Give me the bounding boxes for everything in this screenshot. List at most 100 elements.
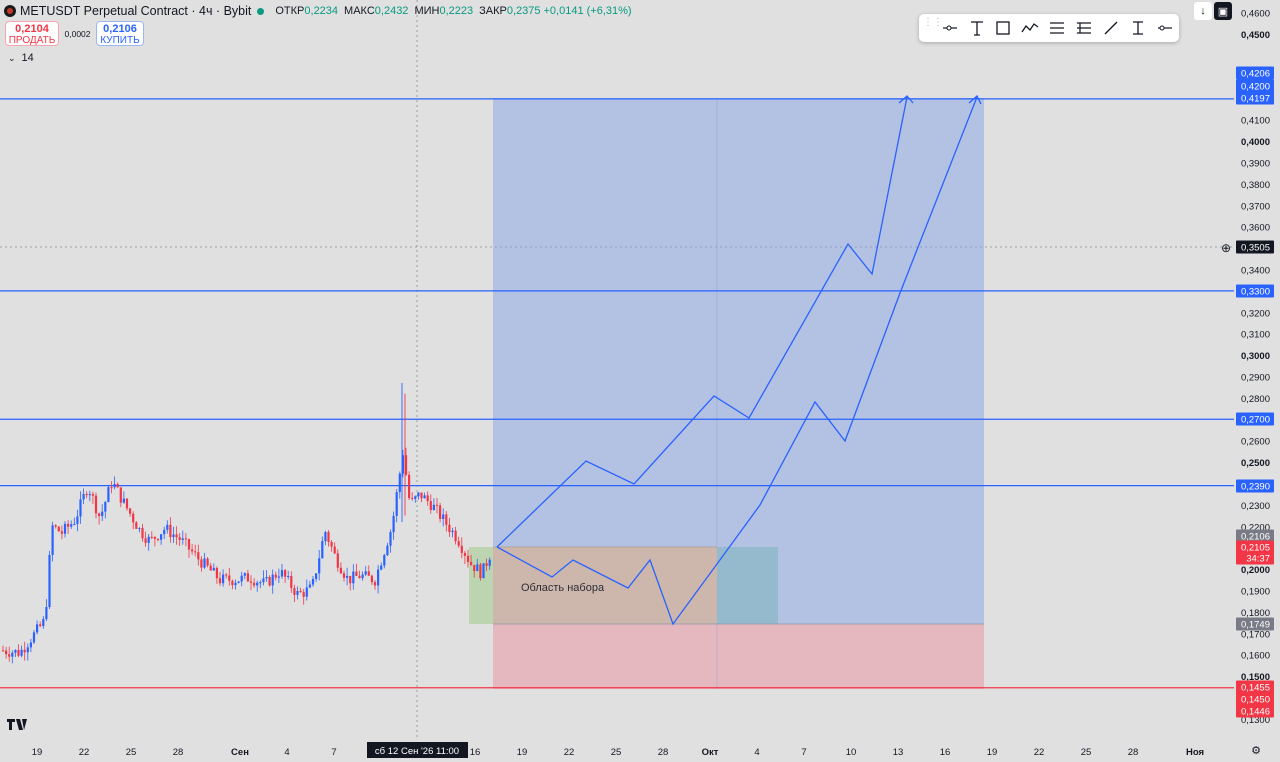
price-tick-label: 0,3600: [1241, 223, 1270, 234]
price-tick-label: 0,2000: [1241, 565, 1270, 576]
price-tick-label: 0,4600: [1241, 9, 1270, 20]
symbol-title[interactable]: METUSDT Perpetual Contract · 4ч · Bybit: [20, 4, 251, 18]
price-badge-label: 0,4206: [1241, 69, 1270, 80]
close-label: ЗАКР: [479, 5, 507, 17]
horizontal-line-tool-icon[interactable]: [1154, 18, 1176, 38]
low-label: МИН: [414, 5, 440, 17]
open-label: ОТКР: [275, 5, 305, 17]
candle: [479, 562, 482, 581]
candle: [482, 563, 485, 579]
scroll-down-arrow-icon[interactable]: ↓: [1194, 2, 1212, 20]
chart-mode-icon[interactable]: ▣: [1214, 2, 1232, 20]
svg-text:сб 12 Сен '26 11:00: сб 12 Сен '26 11:00: [375, 746, 459, 757]
fib-retracement-tool-icon[interactable]: [1046, 18, 1068, 38]
long-position-tool-icon[interactable]: [1073, 18, 1095, 38]
price-tick-label: 0,1600: [1241, 651, 1270, 662]
price-badge-label: 0,4200: [1241, 82, 1270, 93]
time-tick-label: 28: [1128, 747, 1139, 758]
price-tick-label: 0,2600: [1241, 437, 1270, 448]
gear-icon[interactable]: ⚙: [1247, 741, 1265, 759]
sell-label: ПРОДАТЬ: [8, 35, 56, 46]
time-tick-label: 22: [564, 747, 575, 758]
time-tick-label: 7: [331, 747, 336, 758]
price-tick-label: 0,3900: [1241, 158, 1270, 169]
price-badge-label: 0,4197: [1241, 94, 1270, 105]
rectangle-tool-icon[interactable]: [992, 18, 1014, 38]
crosshair-time-label: сб 12 Сен '26 11:00: [367, 742, 468, 758]
horizontal-ray-tool-icon[interactable]: [939, 18, 961, 38]
price-badge: 0,4200: [1236, 79, 1274, 93]
candle: [107, 484, 110, 503]
price-badge-label: 34:37: [1246, 554, 1270, 565]
buy-price: 0,2106: [103, 23, 137, 35]
drawing-toolbar[interactable]: ⋮⋮: [919, 14, 1179, 42]
target-zone[interactable]: [493, 98, 984, 624]
price-badge: 0,3505: [1236, 240, 1274, 254]
spread-value: 0,0002: [64, 29, 91, 39]
price-tick-label: 0,3700: [1241, 201, 1270, 212]
price-badge: 0,1455: [1236, 680, 1274, 694]
time-tick-label: 7: [801, 747, 806, 758]
indicator-label: 14: [21, 52, 34, 64]
candle: [48, 550, 51, 610]
time-tick-label: Окт: [702, 747, 719, 758]
time-tick-label: 16: [940, 747, 951, 758]
time-axis[interactable]: 19 22 25 28 Сен 4 7 16 19 22 25 28 Окт 4 7 10 13 16 19 22 25…: [0, 740, 1234, 762]
price-range-tool-icon[interactable]: [1127, 18, 1149, 38]
price-tick-label: 0,3000: [1241, 351, 1270, 362]
price-tick-label: 0,3100: [1241, 330, 1270, 341]
time-tick-label: 4: [284, 747, 289, 758]
time-tick-label: 22: [1034, 747, 1045, 758]
candle: [408, 471, 411, 500]
price-chart[interactable]: 0,4600 0,4500 0,4100 0,4000 0,3900 0,3800 0,37…: [0, 0, 1280, 762]
price-badge: 0,2390: [1236, 479, 1274, 493]
sell-button[interactable]: 0,2104 ПРОДАТЬ: [5, 21, 59, 46]
chart-header: METUSDT Perpetual Contract · 4ч · Bybit …: [4, 3, 635, 19]
price-badge: 0,2700: [1236, 412, 1274, 426]
buy-button[interactable]: 0,2106 КУПИТЬ: [96, 21, 144, 46]
trend-line-tool-icon[interactable]: [1100, 18, 1122, 38]
price-badge-label: 0,2390: [1241, 482, 1270, 493]
time-tick-label: 25: [1081, 747, 1092, 758]
price-tick-label: 0,1800: [1241, 608, 1270, 619]
chevron-down-icon[interactable]: ⌄: [8, 53, 16, 64]
high-label: МАКС: [344, 5, 375, 17]
price-tick-label: 0,2800: [1241, 394, 1270, 405]
price-tick-label: 0,3200: [1241, 308, 1270, 319]
price-axis[interactable]: 0,4600 0,4500 0,4100 0,4000 0,3900 0,3800 0,37…: [1234, 0, 1280, 740]
add-alert-icon[interactable]: ⊕: [1217, 239, 1235, 257]
price-tick-label: 0,3400: [1241, 265, 1270, 276]
price-badge-label: 0,3300: [1241, 287, 1270, 298]
price-badge: 0,1749: [1236, 617, 1274, 631]
time-tick-label: 28: [173, 747, 184, 758]
price-tick-label: 0,2900: [1241, 372, 1270, 383]
time-tick-label: 25: [611, 747, 622, 758]
open-value: 0,2234: [304, 5, 339, 17]
price-tick-label: 0,4500: [1241, 30, 1270, 41]
price-badge-label: 0,1450: [1241, 695, 1270, 706]
price-badge: 0,1446: [1236, 704, 1274, 718]
price-badge: 0,3300: [1236, 284, 1274, 298]
price-badge: 0,4206: [1236, 66, 1274, 80]
stop-zone[interactable]: [493, 624, 984, 689]
tradingview-logo: [6, 717, 30, 735]
price-tick-label: 0,1900: [1241, 586, 1270, 597]
time-tick-label: 4: [754, 747, 759, 758]
path-tool-icon[interactable]: [1019, 18, 1041, 38]
price-tick-label: 0,4100: [1241, 116, 1270, 127]
price-tick-label: 0,2500: [1241, 458, 1270, 469]
price-badge: 34:37: [1236, 551, 1274, 565]
time-tick-label: Ноя: [1186, 747, 1204, 758]
text-tool-icon[interactable]: [966, 18, 988, 38]
time-tick-label: 28: [658, 747, 669, 758]
price-badge-label: 0,3505: [1241, 243, 1270, 254]
price-tick-label: 0,3800: [1241, 180, 1270, 191]
price-tick-label: 0,4000: [1241, 137, 1270, 148]
candle: [57, 525, 60, 532]
indicator-legend[interactable]: ⌄ 14: [8, 52, 34, 64]
price-badge-label: 0,1749: [1241, 620, 1270, 631]
drag-handle-icon[interactable]: ⋮⋮: [923, 18, 943, 36]
accumulation-zone-label: Область набора: [521, 582, 605, 594]
time-tick-label: 19: [517, 747, 528, 758]
sell-price: 0,2104: [15, 23, 49, 35]
